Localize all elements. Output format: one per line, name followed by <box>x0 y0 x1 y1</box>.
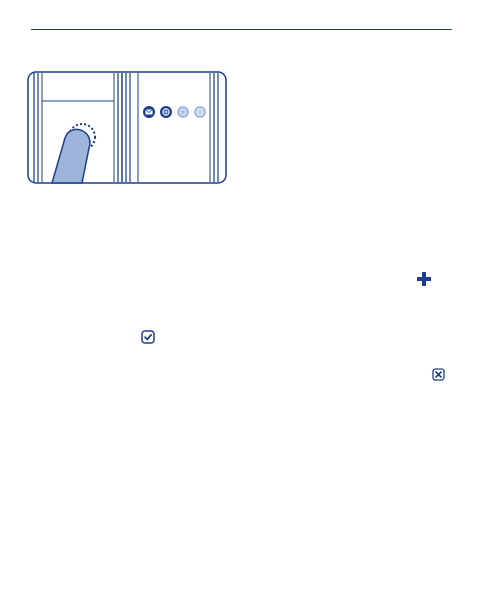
web-icon <box>160 106 172 118</box>
plus-icon <box>417 272 431 286</box>
header-rule <box>31 29 452 30</box>
close-box-icon <box>432 368 445 381</box>
checkbox-check-icon <box>141 330 155 344</box>
mail-icon <box>143 106 155 118</box>
swipe-illustration <box>27 71 227 184</box>
settings-icon <box>177 106 189 118</box>
email-at-icon <box>194 106 206 118</box>
